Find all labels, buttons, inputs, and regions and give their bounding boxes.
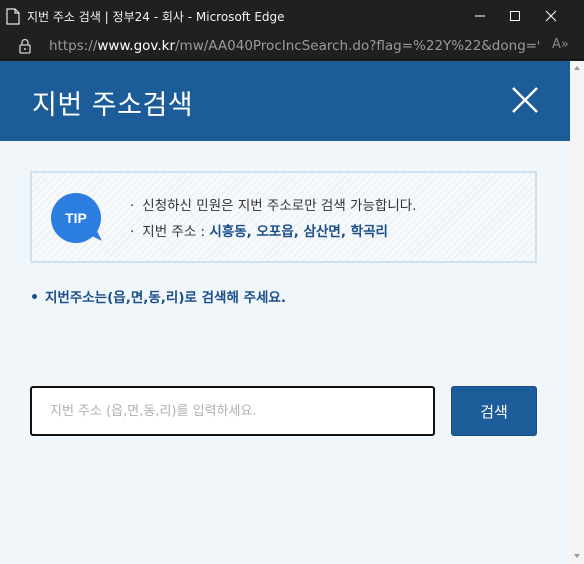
tip-bullet: · [130,198,135,214]
search-instruction-text: 지번주소는(읍,면,동,리)로 검색해 주세요. [45,290,286,306]
browser-window: 지번 주소 검색 | 정부24 - 회사 - Microsoft Edge ht… [0,0,584,564]
search-instruction: 지번주소는(읍,면,동,리)로 검색해 주세요. [32,286,286,306]
tip-line-1: · 신청하신 민원은 지번 주소로만 검색 가능합니다. [130,194,416,214]
lock-icon[interactable] [18,38,32,54]
tip-badge-label: TIP [65,210,87,226]
bullet-dot [32,293,37,299]
url-scheme: https:// [49,38,98,54]
close-icon [545,10,557,22]
tip-line-1-text: 신청하신 민원은 지번 주소로만 검색 가능합니다. [142,198,417,214]
tip-badge: TIP [51,193,102,243]
title-bar: 지번 주소 검색 | 정부24 - 회사 - Microsoft Edge [0,0,584,32]
tip-bullet: · [130,224,135,240]
maximize-icon [510,11,520,21]
popup-title: 지번 주소검색 [32,90,194,121]
minimize-icon [475,15,485,17]
tip-line-2: · 지번 주소 : 시흥동, 오포읍, 삼산면, 학곡리 [130,220,388,240]
tip-line-2-examples: 시흥동, 오포읍, 삼산면, 학곡리 [209,224,388,240]
scroll-down-arrow-icon[interactable] [574,554,580,558]
tip-line-2-prefix: 지번 주소 : [142,224,210,240]
window-close-button[interactable] [533,0,569,32]
vertical-scrollbar[interactable] [570,61,584,564]
search-button[interactable]: 검색 [451,386,537,436]
window-title: 지번 주소 검색 | 정부24 - 회사 - Microsoft Edge [27,10,285,24]
address-bar[interactable]: https://www.gov.kr/mw/AA040ProcIncSearch… [0,32,584,60]
page-viewport: 지번 주소검색 TIP · 신청하신 민원은 지번 주소로만 검색 가능합니다. … [0,61,584,564]
popup-header: 지번 주소검색 [0,61,570,141]
url-host: www.gov.kr [97,38,175,54]
minimize-button[interactable] [462,0,498,32]
scroll-up-arrow-icon[interactable] [574,66,580,70]
popup-content: TIP · 신청하신 민원은 지번 주소로만 검색 가능합니다. · 지번 주소 :… [0,141,570,564]
url-text[interactable]: https://www.gov.kr/mw/AA040ProcIncSearch… [49,38,539,54]
url-path: /mw/AA040ProcIncSearch.do?flag=%22Y%22&d… [175,38,539,54]
address-search-input[interactable] [30,386,435,436]
document-icon [6,8,20,25]
close-icon[interactable] [510,85,540,115]
read-aloud-icon[interactable]: A» [552,37,569,52]
tip-box: TIP · 신청하신 민원은 지번 주소로만 검색 가능합니다. · 지번 주소 :… [30,171,537,263]
maximize-button[interactable] [497,0,533,32]
